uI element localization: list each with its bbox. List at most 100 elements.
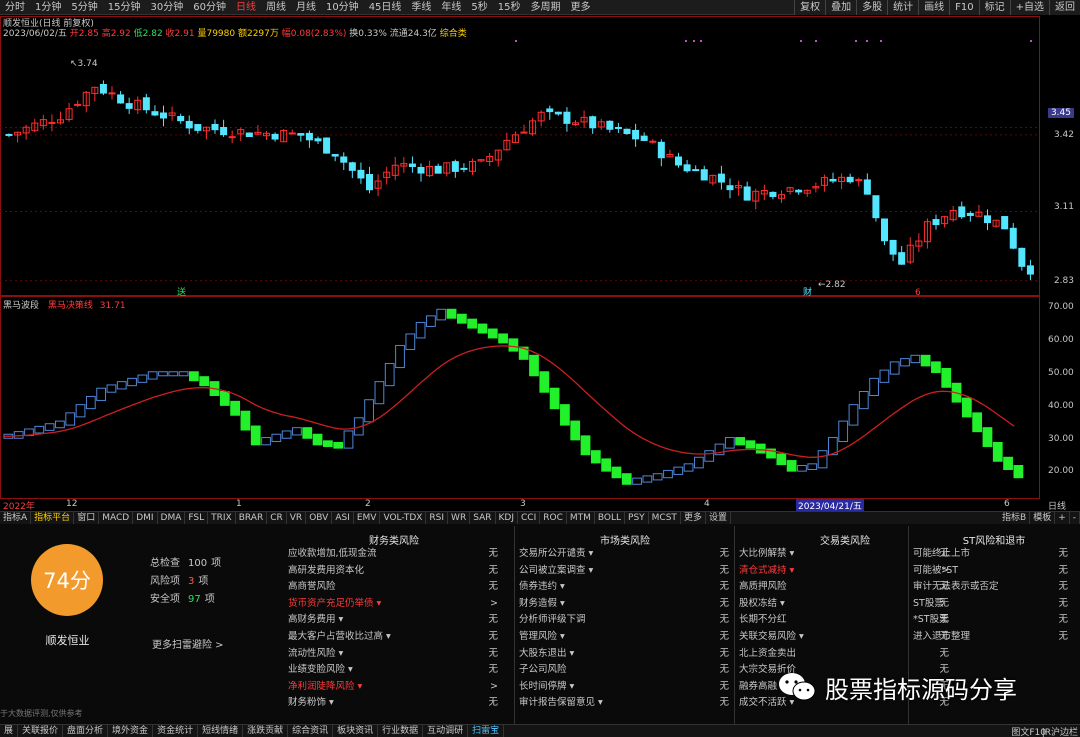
toolbar-button[interactable]: 画线 bbox=[918, 0, 949, 15]
indicator-tab[interactable]: TRIX bbox=[208, 512, 236, 524]
indicator-tab[interactable]: 指标A bbox=[0, 512, 32, 524]
risk-item[interactable]: 分析师评级下调 无 bbox=[515, 612, 735, 628]
risk-item[interactable]: 审计报告保留意见 ▾ 无 bbox=[515, 695, 735, 711]
toolbar-button[interactable]: 返回 bbox=[1049, 0, 1080, 15]
indicator-tab[interactable]: ROC bbox=[540, 512, 567, 524]
risk-item[interactable]: ST股票 无 bbox=[909, 596, 1074, 612]
period-tab[interactable]: 5秒 bbox=[466, 0, 492, 14]
bottom-tab[interactable]: 涨跌贡献 bbox=[243, 725, 289, 737]
indicator-tab[interactable]: SAR bbox=[470, 512, 496, 524]
bottom-tab[interactable]: 短线情绪 bbox=[198, 725, 244, 737]
bottom-tab[interactable]: 板块资讯 bbox=[333, 725, 379, 737]
bottom-tab[interactable]: 展 bbox=[0, 725, 19, 737]
indicator-tab[interactable]: DMA bbox=[158, 512, 186, 524]
period-tab[interactable]: 15分钟 bbox=[103, 0, 146, 14]
risk-item[interactable]: 长时间停牌 ▾ 无 bbox=[515, 679, 735, 695]
bottom-tab[interactable]: 盘面分析 bbox=[63, 725, 109, 737]
indicator-tab[interactable]: MACD bbox=[99, 512, 134, 524]
risk-item[interactable]: 业绩变脸风险 ▾ 无 bbox=[284, 662, 504, 678]
bottom-tab[interactable]: 境外资金 bbox=[108, 725, 154, 737]
risk-item[interactable]: 可能被*ST 无 bbox=[909, 563, 1074, 579]
indicator-tab[interactable]: MTM bbox=[567, 512, 595, 524]
period-tab[interactable]: 5分钟 bbox=[66, 0, 102, 14]
bottom-tab[interactable]: 互动调研 bbox=[423, 725, 469, 737]
period-tab[interactable]: 周线 bbox=[261, 0, 291, 14]
indicator-tab[interactable]: 窗口 bbox=[74, 512, 100, 524]
more-risk-link[interactable]: 更多扫雷避险 > bbox=[152, 636, 224, 651]
indicator-tab[interactable]: FSL bbox=[185, 512, 209, 524]
risk-category: 市场类风险 交易所公开谴责 ▾ 无公司被立案调查 ▾ 无债券违约 ▾ 无财务造假 ▾ 无分… bbox=[514, 526, 734, 726]
indicator-tab[interactable]: 模板 bbox=[1030, 512, 1056, 524]
risk-item[interactable]: 大股东退出 ▾ 无 bbox=[515, 646, 735, 662]
risk-item[interactable]: 管理风险 ▾ 无 bbox=[515, 629, 735, 645]
bottom-tab[interactable]: 关联报价 bbox=[18, 725, 64, 737]
indicator-tab[interactable]: WR bbox=[448, 512, 471, 524]
indicator-tab[interactable]: ASI bbox=[332, 512, 354, 524]
risk-item[interactable]: 应收款增加,低现金流 无 bbox=[284, 546, 504, 562]
indicator-tab[interactable]: PSY bbox=[625, 512, 649, 524]
indicator-tab[interactable]: CR bbox=[267, 512, 287, 524]
bottom-tab[interactable]: 资金统计 bbox=[153, 725, 199, 737]
indicator-tab[interactable]: DMI bbox=[133, 512, 158, 524]
toolbar-button[interactable]: 标记 bbox=[978, 0, 1010, 15]
risk-item[interactable]: 交易所公开谴责 ▾ 无 bbox=[515, 546, 735, 562]
risk-item[interactable]: *ST股票 无 bbox=[909, 612, 1074, 628]
risk-item[interactable]: 财务粉饰 ▾ 无 bbox=[284, 695, 504, 711]
period-tab[interactable]: 1分钟 bbox=[30, 0, 66, 14]
period-tab[interactable]: 多周期 bbox=[526, 0, 566, 14]
bottom-tab[interactable]: 行业数据 bbox=[378, 725, 424, 737]
bottom-tab[interactable]: 综合资讯 bbox=[288, 725, 334, 737]
risk-item[interactable]: 债券违约 ▾ 无 bbox=[515, 579, 735, 595]
period-tab[interactable]: 季线 bbox=[406, 0, 436, 14]
period-tab[interactable]: 10分钟 bbox=[321, 0, 364, 14]
period-tab[interactable]: 30分钟 bbox=[145, 0, 188, 14]
indicator-tab[interactable]: 更多 bbox=[681, 512, 706, 524]
toolbar-button[interactable]: 复权 bbox=[794, 0, 825, 15]
indicator-tab[interactable]: VR bbox=[287, 512, 307, 524]
risk-item[interactable]: 财务造假 ▾ 无 bbox=[515, 596, 735, 612]
indicator-tab[interactable]: 设置 bbox=[706, 512, 731, 524]
period-tab[interactable]: 15秒 bbox=[493, 0, 526, 14]
toolbar-button[interactable]: +自选 bbox=[1009, 0, 1049, 15]
toolbar-button[interactable]: 统计 bbox=[887, 0, 918, 15]
indicator-tab[interactable]: 指标B bbox=[999, 512, 1031, 524]
indicator-tab[interactable]: CCI bbox=[518, 512, 541, 524]
risk-item[interactable]: 高商誉风险 无 bbox=[284, 579, 504, 595]
indicator-chart[interactable] bbox=[0, 296, 1040, 499]
risk-item[interactable]: 子公司风险 无 bbox=[515, 662, 735, 678]
indicator-tab[interactable]: 指标平台 bbox=[31, 512, 75, 524]
indicator-tab[interactable]: RSI bbox=[426, 512, 449, 524]
indicator-tab[interactable]: OBV bbox=[306, 512, 333, 524]
indicator-tab[interactable]: BRAR bbox=[236, 512, 268, 524]
period-tab[interactable]: 更多 bbox=[566, 0, 596, 14]
indicator-tab[interactable]: - bbox=[1070, 512, 1080, 524]
period-tab[interactable]: 日线 bbox=[231, 0, 261, 14]
sidebar-toggle[interactable]: |R沪边栏 bbox=[1042, 725, 1078, 737]
indicator-tab[interactable]: EMV bbox=[354, 512, 381, 524]
risk-item[interactable]: 审计无法表示或否定 无 bbox=[909, 579, 1074, 595]
period-tab[interactable]: 60分钟 bbox=[188, 0, 231, 14]
risk-item[interactable]: 货币资产充足仍举债 ▾ > bbox=[284, 596, 504, 612]
bottom-tab[interactable]: 扫雷宝 bbox=[468, 725, 505, 737]
risk-item[interactable]: 公司被立案调查 ▾ 无 bbox=[515, 563, 735, 579]
risk-item[interactable]: 净利润陡降风险 ▾ > bbox=[284, 679, 504, 695]
toolbar-button[interactable]: 多股 bbox=[856, 0, 887, 15]
risk-item[interactable]: 最大客户占营收比过高 ▾ 无 bbox=[284, 629, 504, 645]
indicator-tab[interactable]: + bbox=[1055, 512, 1070, 524]
risk-item[interactable]: 高研发费用资本化 无 bbox=[284, 563, 504, 579]
indicator-tab[interactable]: BOLL bbox=[595, 512, 626, 524]
risk-item[interactable]: 可能终止上市 无 bbox=[909, 546, 1074, 562]
candlestick-chart[interactable]: ↖3.74 ←2.82 送 财 6 bbox=[0, 16, 1040, 296]
period-tab[interactable]: 分时 bbox=[0, 0, 30, 14]
toolbar-button[interactable]: F10 bbox=[949, 0, 978, 15]
risk-item[interactable]: 流动性风险 ▾ 无 bbox=[284, 646, 504, 662]
indicator-tab[interactable]: MCST bbox=[649, 512, 681, 524]
period-tab[interactable]: 月线 bbox=[291, 0, 321, 14]
toolbar-button[interactable]: 叠加 bbox=[825, 0, 856, 15]
indicator-tab[interactable]: KDJ bbox=[496, 512, 518, 524]
risk-item[interactable]: 进入退市整理 无 bbox=[909, 629, 1074, 645]
indicator-tab[interactable]: VOL-TDX bbox=[380, 512, 427, 524]
period-tab[interactable]: 45日线 bbox=[364, 0, 407, 14]
period-tab[interactable]: 年线 bbox=[436, 0, 466, 14]
risk-item[interactable]: 高财务费用 ▾ 无 bbox=[284, 612, 504, 628]
